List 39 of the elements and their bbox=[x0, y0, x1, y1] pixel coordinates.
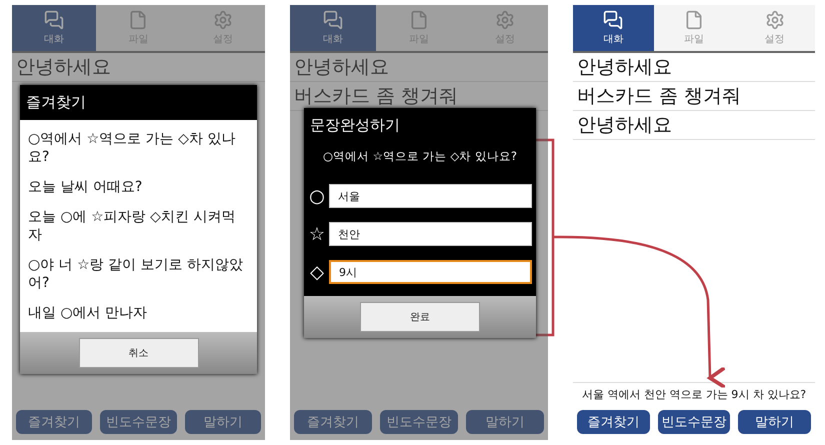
tab[interactable]: 대화 bbox=[573, 5, 654, 51]
file-icon bbox=[684, 10, 704, 30]
dialog-title: 즐겨찾기 bbox=[20, 85, 257, 120]
tab-label: 설정 bbox=[764, 33, 785, 46]
template-sentence: ○역에서 ☆역으로 가는 ◇차 있나요? bbox=[322, 149, 518, 164]
chat-bubbles-icon bbox=[323, 10, 343, 30]
placeholder-symbol: ○ bbox=[308, 186, 326, 206]
settings-icon bbox=[764, 10, 785, 30]
cancel-button[interactable]: 취소 bbox=[78, 338, 198, 368]
sentence-output: 서울 역에서 천안 역으로 가는 9시 차 있나요? bbox=[573, 382, 815, 406]
file-icon bbox=[409, 10, 429, 30]
input-field[interactable]: 천안 bbox=[329, 222, 532, 246]
message-row[interactable]: 안녕하세요 bbox=[573, 111, 815, 140]
done-button[interactable]: 완료 bbox=[360, 302, 480, 332]
placeholder-symbol: ◇ bbox=[309, 262, 325, 282]
action-button[interactable]: 즐겨찾기 bbox=[577, 410, 650, 434]
file-icon bbox=[128, 10, 148, 30]
tab-label: 대화 bbox=[603, 33, 624, 46]
chat-bubbles-icon bbox=[44, 10, 64, 30]
action-button[interactable]: 말하기 bbox=[738, 410, 812, 434]
action-button[interactable]: 빈도수문장 bbox=[658, 410, 730, 434]
input-field[interactable]: 9시 bbox=[329, 260, 532, 284]
message-row[interactable]: 안녕하세요 bbox=[290, 53, 548, 82]
favorite-sentence[interactable]: 오늘 날씨 어때요? bbox=[28, 172, 249, 202]
message-row[interactable]: 안녕하세요 bbox=[12, 53, 265, 82]
tab-label: 파일 bbox=[684, 33, 704, 46]
tab-label: 대화 bbox=[44, 33, 64, 46]
settings-icon bbox=[212, 10, 233, 30]
tab-label: 대화 bbox=[323, 33, 343, 46]
favorite-sentence[interactable]: 내일 ○에서 만나자 bbox=[28, 298, 249, 328]
placeholder-symbol: ☆ bbox=[308, 224, 326, 244]
chat-bubbles-icon bbox=[603, 10, 624, 30]
input-field[interactable]: 서울 bbox=[329, 184, 532, 208]
favorite-sentence[interactable]: ○야 너 ☆랑 같이 보기로 하지않았어? bbox=[28, 250, 249, 298]
message-row[interactable]: 안녕하세요 bbox=[573, 53, 815, 82]
favorite-sentence[interactable]: 오늘 ○에 ☆피자랑 ◇치킨 시켜먹자 bbox=[28, 202, 249, 250]
favorite-sentence[interactable]: ○역에서 ☆역으로 가는 ◇차 있나요? bbox=[28, 124, 249, 172]
message-row[interactable]: 버스카드 좀 챙겨줘 bbox=[573, 82, 815, 111]
settings-icon bbox=[495, 10, 515, 30]
